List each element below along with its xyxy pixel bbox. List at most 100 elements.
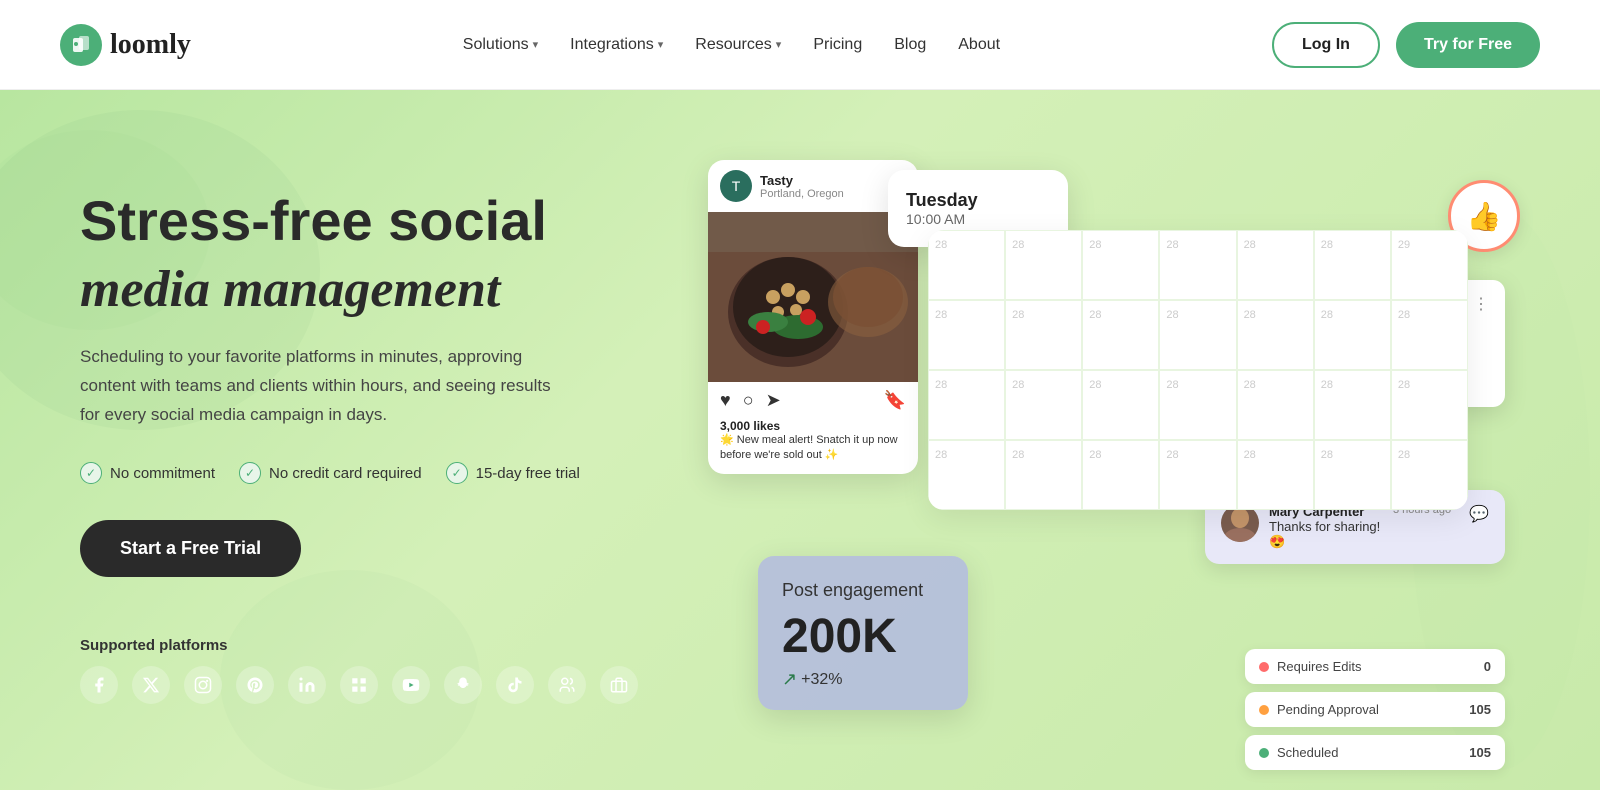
nav-solutions[interactable]: Solutions ▾ xyxy=(463,36,538,54)
cal-cell: 28 xyxy=(1082,300,1159,370)
nav-blog[interactable]: Blog xyxy=(894,36,926,54)
trending-up-icon: ↗ xyxy=(782,669,797,690)
ig-image xyxy=(708,212,918,382)
cal-cell: 28 xyxy=(1391,440,1468,510)
meal-options-icon[interactable]: ⋮ xyxy=(1473,294,1489,314)
youtube-icon xyxy=(392,666,430,704)
cal-cell: 28 xyxy=(1082,230,1159,300)
cal-cell: 28 xyxy=(1237,230,1314,300)
scheduled-card: Scheduled 105 xyxy=(1245,735,1505,770)
badge-free-trial: ✓ 15-day free trial xyxy=(446,462,580,484)
hero-badges: ✓ No commitment ✓ No credit card require… xyxy=(80,462,638,484)
chat-icon: 💬 xyxy=(1469,504,1489,524)
cal-cell: 28 xyxy=(1082,370,1159,440)
ig-header: T Tasty Portland, Oregon ··· xyxy=(708,160,918,212)
scheduled-count: 105 xyxy=(1469,745,1491,760)
engagement-label: Post engagement xyxy=(782,580,944,601)
logo-text: loomly xyxy=(110,29,191,61)
ig-avatar: T xyxy=(720,170,752,202)
hero-section: Stress-free social media management Sche… xyxy=(0,90,1600,790)
supported-platforms: Supported platforms xyxy=(80,637,638,704)
try-free-button[interactable]: Try for Free xyxy=(1396,22,1540,68)
cal-cell: 28 xyxy=(928,370,1005,440)
cal-cell: 28 xyxy=(1314,440,1391,510)
cal-cell: 28 xyxy=(1314,300,1391,370)
instagram-icon xyxy=(184,666,222,704)
requires-edits-label: Requires Edits xyxy=(1277,659,1476,674)
pending-approval-count: 105 xyxy=(1469,702,1491,717)
badge-no-commitment: ✓ No commitment xyxy=(80,462,215,484)
supported-title: Supported platforms xyxy=(80,637,638,654)
chevron-down-icon: ▾ xyxy=(533,38,539,51)
tiktok-icon xyxy=(496,666,534,704)
bookmark-icon[interactable]: 🔖 xyxy=(884,390,906,411)
cal-cell: 28 xyxy=(1005,440,1082,510)
pending-approval-dot xyxy=(1259,705,1269,715)
requires-edits-card: Requires Edits 0 xyxy=(1245,649,1505,684)
cal-cell: 28 xyxy=(1391,370,1468,440)
cal-cell: 28 xyxy=(1314,370,1391,440)
cal-cell: 28 xyxy=(1237,300,1314,370)
cal-cell: 28 xyxy=(1005,300,1082,370)
cal-cell: 29 xyxy=(1391,230,1468,300)
cal-cell: 28 xyxy=(1391,300,1468,370)
team-icon xyxy=(548,666,586,704)
check-icon: ✓ xyxy=(446,462,468,484)
cal-cell: 28 xyxy=(928,440,1005,510)
platform-icons-row xyxy=(80,666,638,704)
hero-content: Stress-free social media management Sche… xyxy=(0,90,1600,790)
cal-cell: 28 xyxy=(1005,230,1082,300)
chevron-down-icon: ▾ xyxy=(658,38,664,51)
snapchat-icon xyxy=(444,666,482,704)
nav-links: Solutions ▾ Integrations ▾ Resources ▾ P… xyxy=(463,36,1000,54)
start-trial-button[interactable]: Start a Free Trial xyxy=(80,520,301,577)
scheduled-label: Scheduled xyxy=(1277,745,1461,760)
badge-no-credit-card: ✓ No credit card required xyxy=(239,462,422,484)
engagement-number: 200K xyxy=(782,613,944,661)
ig-caption: 🌟 New meal alert! Snatch it up now befor… xyxy=(708,433,918,474)
twitter-icon xyxy=(132,666,170,704)
requires-edits-dot xyxy=(1259,662,1269,672)
login-button[interactable]: Log In xyxy=(1272,22,1380,68)
comment-text: Thanks for sharing! 😍 xyxy=(1269,519,1383,550)
calendar-grid-card: 28 28 28 28 28 28 29 28 28 28 28 28 28 2… xyxy=(928,230,1468,510)
nav-integrations[interactable]: Integrations ▾ xyxy=(570,36,663,54)
check-icon: ✓ xyxy=(80,462,102,484)
cal-cell: 28 xyxy=(1237,370,1314,440)
nav-about[interactable]: About xyxy=(958,36,1000,54)
heart-icon[interactable]: ♥ xyxy=(720,390,731,411)
share-icon[interactable]: ➤ xyxy=(766,390,781,411)
ig-likes: 3,000 likes xyxy=(708,419,918,433)
nav-actions: Log In Try for Free xyxy=(1272,22,1540,68)
pending-approval-card: Pending Approval 105 xyxy=(1245,692,1505,727)
cal-cell: 28 xyxy=(928,300,1005,370)
logo-icon xyxy=(60,24,102,66)
pending-approval-label: Pending Approval xyxy=(1277,702,1461,717)
cal-cell: 28 xyxy=(1082,440,1159,510)
ig-account-info: Tasty Portland, Oregon xyxy=(760,173,844,200)
cal-cell: 28 xyxy=(1159,370,1236,440)
hero-left: Stress-free social media management Sche… xyxy=(80,150,638,704)
cal-cell: 28 xyxy=(1159,300,1236,370)
hero-right: 👍 T Tasty Portland, Oregon ··· xyxy=(678,150,1520,790)
requires-edits-count: 0 xyxy=(1484,659,1491,674)
calendar-grid: 28 28 28 28 28 28 29 28 28 28 28 28 28 2… xyxy=(928,230,1468,510)
ig-actions: ♥ ○ ➤ 🔖 xyxy=(708,382,918,419)
cal-cell: 28 xyxy=(1314,230,1391,300)
schedule-day: Tuesday xyxy=(906,190,1050,211)
cal-cell: 28 xyxy=(1159,230,1236,300)
comment-icon[interactable]: ○ xyxy=(743,390,754,411)
scheduled-dot xyxy=(1259,748,1269,758)
status-cards: Requires Edits 0 Pending Approval 105 Sc… xyxy=(1245,649,1505,770)
growth-percent: +32% xyxy=(801,671,842,689)
check-icon: ✓ xyxy=(239,462,261,484)
hero-title-main: Stress-free social xyxy=(80,190,638,252)
nav-pricing[interactable]: Pricing xyxy=(813,36,862,54)
linkedin-icon xyxy=(288,666,326,704)
nav-resources[interactable]: Resources ▾ xyxy=(695,36,781,54)
navbar: loomly Solutions ▾ Integrations ▾ Resour… xyxy=(0,0,1600,90)
logo[interactable]: loomly xyxy=(60,24,191,66)
comment-body: Mary Carpenter Thanks for sharing! 😍 xyxy=(1269,504,1383,550)
cal-cell: 28 xyxy=(1005,370,1082,440)
facebook-icon xyxy=(80,666,118,704)
